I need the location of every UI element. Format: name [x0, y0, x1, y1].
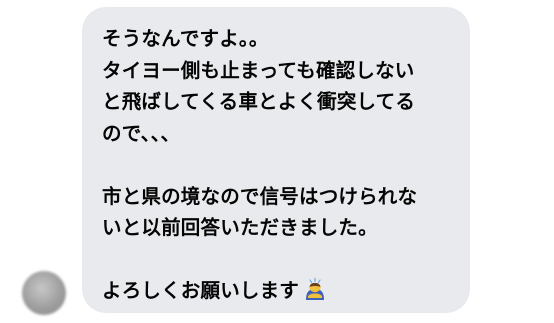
sender-avatar[interactable] [22, 271, 66, 315]
message-line: いと以前回答いただきました。 [102, 216, 378, 239]
message-bubble[interactable]: そうなんですよ。。 タイヨー側も止まっても確認しない と飛ばしてくる車とよく衝突… [82, 7, 470, 313]
bowing-person-emoji-icon [306, 277, 325, 300]
message-line: そうなんですよ。。 [102, 27, 269, 50]
chat-thread: そうなんですよ。。 タイヨー側も止まっても確認しない と飛ばしてくる車とよく衝突… [0, 0, 554, 323]
message-line: ので、、、 [102, 121, 181, 145]
message-last-line: よろしくお願いします [102, 275, 456, 307]
message-line: タイヨー側も止まっても確認しない [102, 58, 415, 82]
message-line: よろしくお願いします [102, 279, 300, 302]
message-line: 市と県の境なので信号はつけられな [102, 184, 418, 208]
message-line: と飛ばしてくる車とよく衝突してる [102, 90, 416, 113]
